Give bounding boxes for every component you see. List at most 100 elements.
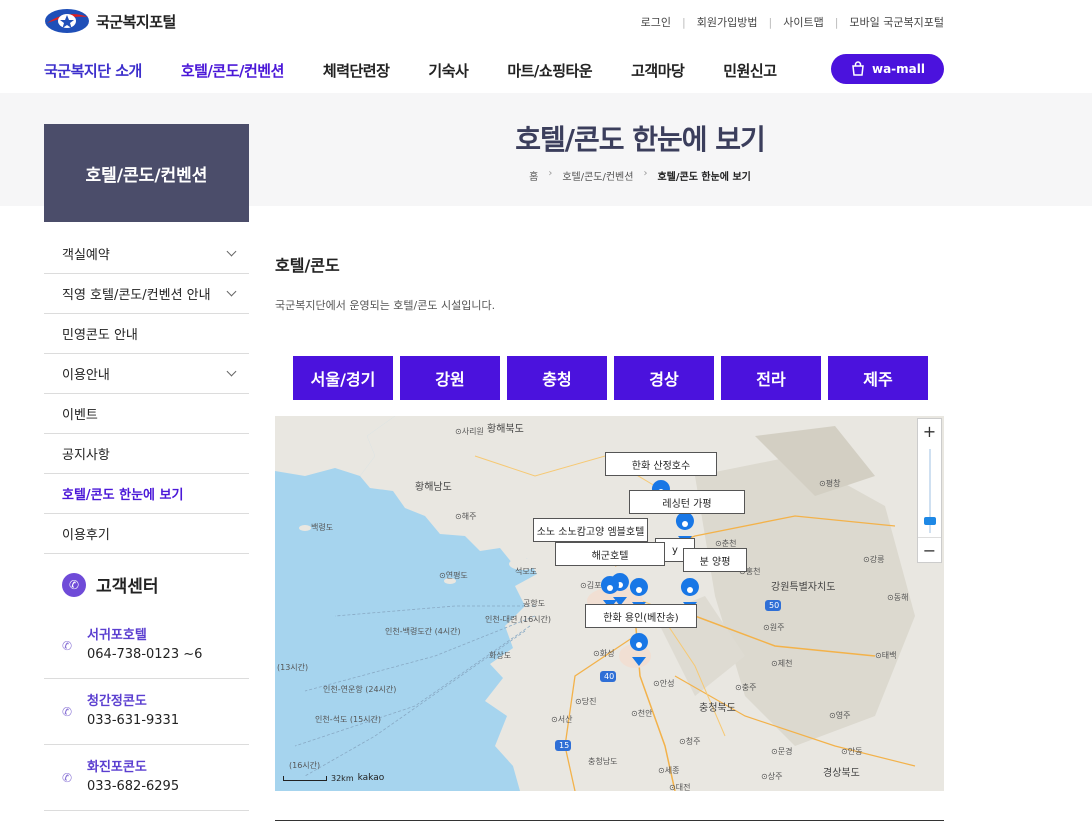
map-place-label: 화상도 (489, 651, 512, 660)
map-place-label: ⊙강릉 (863, 555, 885, 564)
contact-name: 청간정콘도 (87, 694, 147, 709)
logo-emblem-icon (45, 9, 89, 33)
highway-number: 50 (769, 601, 780, 610)
breadcrumb-category[interactable]: 호텔/콘도/컨벤션 (562, 168, 633, 183)
map-place-label: ⊙상주 (761, 772, 783, 781)
customer-center-label: 고객센터 (96, 577, 159, 597)
util-divider: | (682, 15, 686, 29)
side-item-usage-guide[interactable]: 이용안내 (44, 354, 249, 394)
signup-guide-link[interactable]: 회원가입방법 (697, 14, 758, 30)
section-title: 호텔/콘도 (275, 256, 340, 275)
chevron-down-icon (226, 286, 237, 297)
map-place-label: ⊙대전 (669, 783, 691, 791)
breadcrumb: 홈 › 호텔/콘도/컨벤션 › 호텔/콘도 한눈에 보기 (440, 168, 840, 183)
nav-item-mart[interactable]: 마트/쇼핑타운 (507, 60, 592, 95)
tab-jeolla[interactable]: 전라 (721, 356, 821, 400)
section-description: 국군복지단에서 운영되는 호텔/콘도 시설입니다. (275, 299, 496, 312)
side-item-label: 민영콘도 안내 (62, 328, 138, 343)
contact-phone: 064-738-0123 ~6 (87, 647, 203, 662)
nav-item-about[interactable]: 국군복지단 소개 (44, 60, 142, 95)
map-place-label: 경상북도 (823, 768, 860, 779)
side-menu: 객실예약 직영 호텔/콘도/컨벤션 안내 민영콘도 안내 이용안내 이벤트 공지… (44, 234, 249, 554)
facility-label[interactable]: 레싱턴 가평 (629, 490, 745, 514)
breadcrumb-home[interactable]: 홈 (529, 168, 538, 183)
map-place-label: ⊙당진 (575, 697, 597, 706)
map-place-label: 충청남도 (588, 757, 618, 766)
zoom-in-button[interactable]: + (918, 419, 941, 443)
tab-seoul-gyeonggi[interactable]: 서울/경기 (293, 356, 393, 400)
site-logo[interactable]: 국군복지포털 (44, 7, 176, 35)
map-route-label: (13시간) (277, 663, 309, 672)
chevron-down-icon (226, 366, 237, 377)
phone-icon: ✆ (62, 639, 73, 653)
tab-gyeongsang[interactable]: 경상 (614, 356, 714, 400)
customer-center-list: ✆ 서귀포호텔 064-738-0123 ~6 ✆ 청간정콘도 033-631-… (44, 613, 249, 811)
login-link[interactable]: 로그인 (641, 14, 671, 30)
side-item-label: 직영 호텔/콘도/컨벤션 안내 (62, 288, 211, 303)
sitemap-link[interactable]: 사이트맵 (783, 14, 823, 30)
side-item-reservation[interactable]: 객실예약 (44, 234, 249, 274)
facility-label[interactable]: 해군호텔 (555, 542, 665, 566)
tab-chungcheong[interactable]: 충청 (507, 356, 607, 400)
side-item-notice[interactable]: 공지사항 (44, 434, 249, 474)
tab-gangwon[interactable]: 강원 (400, 356, 500, 400)
contact-phone: 033-682-6295 (87, 779, 180, 794)
phone-icon: ✆ (62, 705, 73, 719)
side-item-direct-facilities[interactable]: 직영 호텔/콘도/컨벤션 안내 (44, 274, 249, 314)
map-place-label: 황해북도 (487, 424, 524, 435)
wa-mall-button[interactable]: wa-mall (831, 54, 944, 84)
map-place-label: ⊙세종 (658, 766, 680, 775)
mobile-portal-link[interactable]: 모바일 국군복지포털 (849, 14, 944, 30)
zoom-out-button[interactable]: − (918, 538, 941, 562)
facility-label[interactable]: 분 양평 (683, 548, 747, 572)
side-item-reviews[interactable]: 이용후기 (44, 514, 249, 554)
contact-item: ✆ 서귀포호텔 064-738-0123 ~6 (44, 613, 249, 679)
map-place-label: ⊙제천 (771, 659, 793, 668)
side-item-label: 이벤트 (62, 408, 98, 423)
util-divider: | (834, 15, 839, 29)
util-divider: | (768, 15, 773, 29)
breadcrumb-current: 호텔/콘도 한눈에 보기 (657, 172, 751, 183)
tab-jeju[interactable]: 제주 (828, 356, 928, 400)
map-place-label: ⊙충주 (735, 683, 757, 692)
nav-item-complaint[interactable]: 민원신고 (723, 60, 777, 95)
scale-text: 32km (331, 773, 354, 783)
nav-item-hotel-condo[interactable]: 호텔/콘도/컨벤션 (180, 60, 284, 95)
scale-bar (283, 775, 327, 781)
map-place-label: ⊙동해 (887, 593, 909, 602)
breadcrumb-separator-icon: › (643, 168, 648, 179)
map-place-label: ⊙김포 (580, 581, 602, 590)
highway-number: 15 (559, 741, 570, 750)
facility-map[interactable]: 황해북도 ⊙사리원 황해남도 ⊙해주 백령도 ⊙연평도 석모도 ⊙김포 공항도 … (275, 416, 944, 791)
nav-item-fitness[interactable]: 체력단련장 (323, 60, 390, 95)
side-item-event[interactable]: 이벤트 (44, 394, 249, 434)
lnb-title-box: 호텔/콘도/컨벤션 (44, 124, 249, 222)
map-place-label: ⊙해주 (455, 512, 477, 521)
map-place-label: ⊙영주 (829, 711, 851, 720)
map-place-label: 석모도 (515, 567, 538, 576)
nav-item-dormitory[interactable]: 기숙사 (428, 60, 468, 95)
side-item-overview-map[interactable]: 호텔/콘도 한눈에 보기 (44, 474, 249, 514)
map-place-label: 강원특별자치도 (771, 582, 836, 593)
map-place-label: 공항도 (523, 599, 546, 608)
side-item-label: 호텔/콘도 한눈에 보기 (62, 488, 184, 503)
nav-item-customer[interactable]: 고객마당 (631, 60, 685, 95)
site-header: 국군복지포털 로그인 | 회원가입방법 | 사이트맵 | 모바일 국군복지포털 … (0, 0, 1092, 95)
region-tabs: 서울/경기 강원 충청 경상 전라 제주 (293, 356, 928, 400)
map-route-label: 인천-백령도간 (4시간) (385, 627, 461, 636)
zoom-slider-handle[interactable] (924, 517, 936, 525)
contact-name: 화진포콘도 (87, 760, 147, 775)
facility-label[interactable]: 한화 용인(베잔송) (585, 604, 697, 628)
logo-text: 국군복지포털 (96, 12, 176, 31)
facility-label[interactable]: 소노 소노캄고양 엠블호텔 (533, 518, 648, 542)
zoom-control: + − (917, 418, 942, 563)
map-route-label: (16시간) (289, 761, 321, 770)
side-item-label: 이용안내 (62, 368, 110, 383)
contact-item: ✆ 화진포콘도 033-682-6295 (44, 745, 249, 811)
highway-number: 40 (604, 672, 615, 681)
utility-nav: 로그인 | 회원가입방법 | 사이트맵 | 모바일 국군복지포털 (641, 14, 944, 30)
map-place-label: ⊙안동 (841, 747, 863, 756)
map-place-label: 충청북도 (699, 703, 736, 714)
facility-label[interactable]: 한화 산정호수 (605, 452, 717, 476)
side-item-private-condo[interactable]: 민영콘도 안내 (44, 314, 249, 354)
